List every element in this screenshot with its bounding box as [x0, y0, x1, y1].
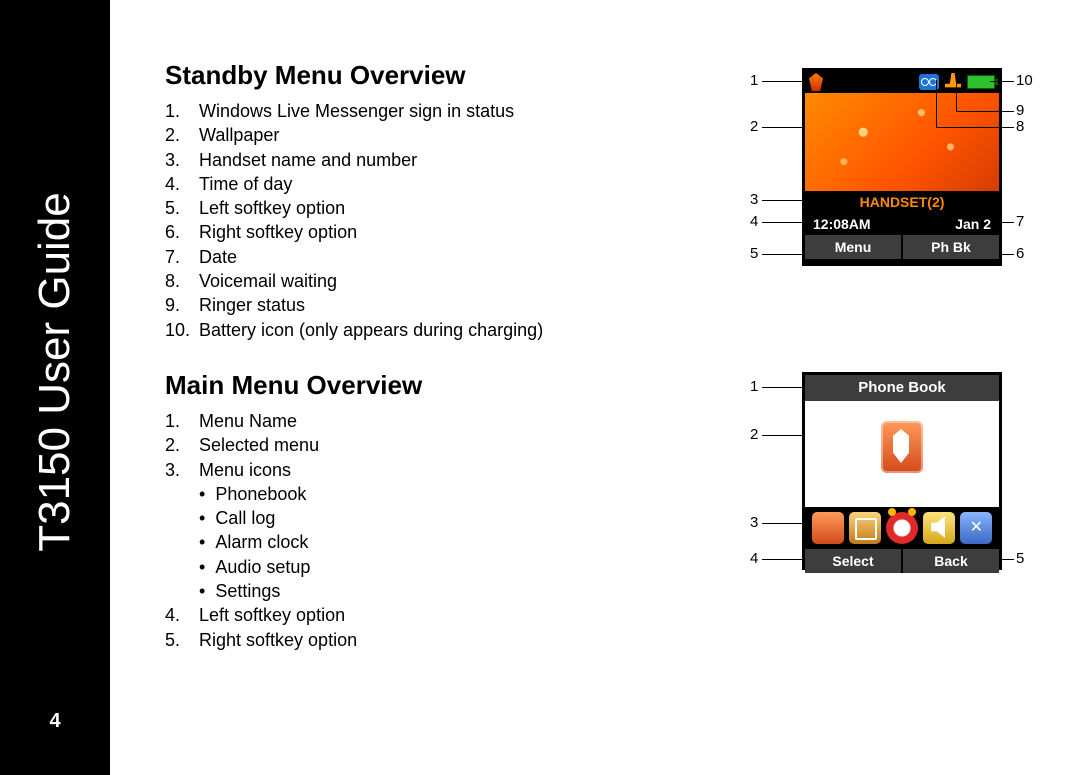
- main-item: Menu icons: [199, 458, 291, 482]
- standby-screen: HANDSET(2) 12:08AM Jan 2 Menu Ph Bk: [802, 68, 1002, 266]
- standby-item: Wallpaper: [199, 123, 279, 147]
- spine: T3150 User Guide 4: [0, 0, 110, 775]
- main-item: Menu Name: [199, 409, 297, 433]
- callout-label: 3: [750, 514, 758, 531]
- settings-icon: [960, 512, 992, 544]
- spine-title: T3150 User Guide: [30, 192, 80, 552]
- main-icon-sublist: Phonebook Call log Alarm clock Audio set…: [199, 482, 710, 603]
- right-softkey: Ph Bk: [901, 235, 999, 259]
- main-list: 1.Menu Name 2.Selected menu 3.Menu icons: [165, 409, 710, 482]
- left-softkey: Select: [805, 549, 901, 573]
- standby-heading: Standby Menu Overview: [165, 60, 710, 91]
- callout-label: 10: [1016, 72, 1033, 89]
- standby-list: 1.Windows Live Messenger sign in status …: [165, 99, 710, 342]
- main-item: Left softkey option: [199, 603, 345, 627]
- standby-block: Standby Menu Overview 1.Windows Live Mes…: [165, 60, 1040, 342]
- callout-label: 3: [750, 191, 758, 208]
- icon-sub: Call log: [199, 506, 710, 530]
- callout-label: 9: [1016, 102, 1024, 119]
- main-softkey-row: Select Back: [805, 549, 999, 573]
- time-date-row: 12:08AM Jan 2: [805, 213, 999, 235]
- handset-label: HANDSET(2): [805, 191, 999, 213]
- callout-label: 5: [1016, 550, 1024, 567]
- menu-body: [805, 401, 999, 507]
- selected-menu-icon: [881, 421, 923, 473]
- menu-icon-row: [805, 507, 999, 549]
- standby-item: Handset name and number: [199, 148, 417, 172]
- page-content: Standby Menu Overview 1.Windows Live Mes…: [110, 0, 1080, 775]
- left-softkey: Menu: [805, 235, 901, 259]
- callout-label: 2: [750, 426, 758, 443]
- icon-sub: Audio setup: [199, 555, 710, 579]
- audio-icon: [923, 512, 955, 544]
- callout-label: 1: [750, 72, 758, 89]
- icon-sub: Phonebook: [199, 482, 710, 506]
- standby-item: Date: [199, 245, 237, 269]
- standby-item: Battery icon (only appears during chargi…: [199, 318, 543, 342]
- phonebook-icon: [812, 512, 844, 544]
- main-item: Right softkey option: [199, 628, 357, 652]
- main-heading: Main Menu Overview: [165, 370, 710, 401]
- callout-label: 4: [750, 213, 758, 230]
- callout-label: 2: [750, 118, 758, 135]
- softkey-row: Menu Ph Bk: [805, 235, 999, 259]
- menu-title: Phone Book: [805, 375, 999, 401]
- callout-label: 6: [1016, 245, 1024, 262]
- calllog-icon: [849, 512, 881, 544]
- standby-item: Windows Live Messenger sign in status: [199, 99, 514, 123]
- callout-label: 5: [750, 245, 758, 262]
- main-block: Main Menu Overview 1.Menu Name 2.Selecte…: [165, 370, 1040, 652]
- icon-sub: Alarm clock: [199, 530, 710, 554]
- standby-item: Ringer status: [199, 293, 305, 317]
- ringer-icon: [945, 73, 961, 91]
- callout-label: 4: [750, 550, 758, 567]
- main-screen: Phone Book Select Back: [802, 372, 1002, 570]
- standby-item: Voicemail waiting: [199, 269, 337, 293]
- time-label: 12:08AM: [813, 213, 871, 235]
- alarmclock-icon: [886, 512, 918, 544]
- callout-label: 8: [1016, 118, 1024, 135]
- right-softkey: Back: [901, 549, 999, 573]
- standby-item: Right softkey option: [199, 220, 357, 244]
- main-item: Selected menu: [199, 433, 319, 457]
- battery-icon: [967, 75, 995, 89]
- date-label: Jan 2: [955, 213, 991, 235]
- callout-label: 1: [750, 378, 758, 395]
- spine-page-number: 4: [49, 710, 60, 733]
- standby-item: Left softkey option: [199, 196, 345, 220]
- standby-item: Time of day: [199, 172, 292, 196]
- icon-sub: Settings: [199, 579, 710, 603]
- main-diagram: Phone Book Select Back 1: [740, 370, 1040, 652]
- status-bar: [805, 71, 999, 93]
- wallpaper: [805, 93, 999, 191]
- callout-label: 7: [1016, 213, 1024, 230]
- main-list-2: 4.Left softkey option 5.Right softkey op…: [165, 603, 710, 652]
- messenger-icon: [809, 73, 823, 91]
- standby-diagram: HANDSET(2) 12:08AM Jan 2 Menu Ph Bk 1 2 …: [740, 60, 1040, 342]
